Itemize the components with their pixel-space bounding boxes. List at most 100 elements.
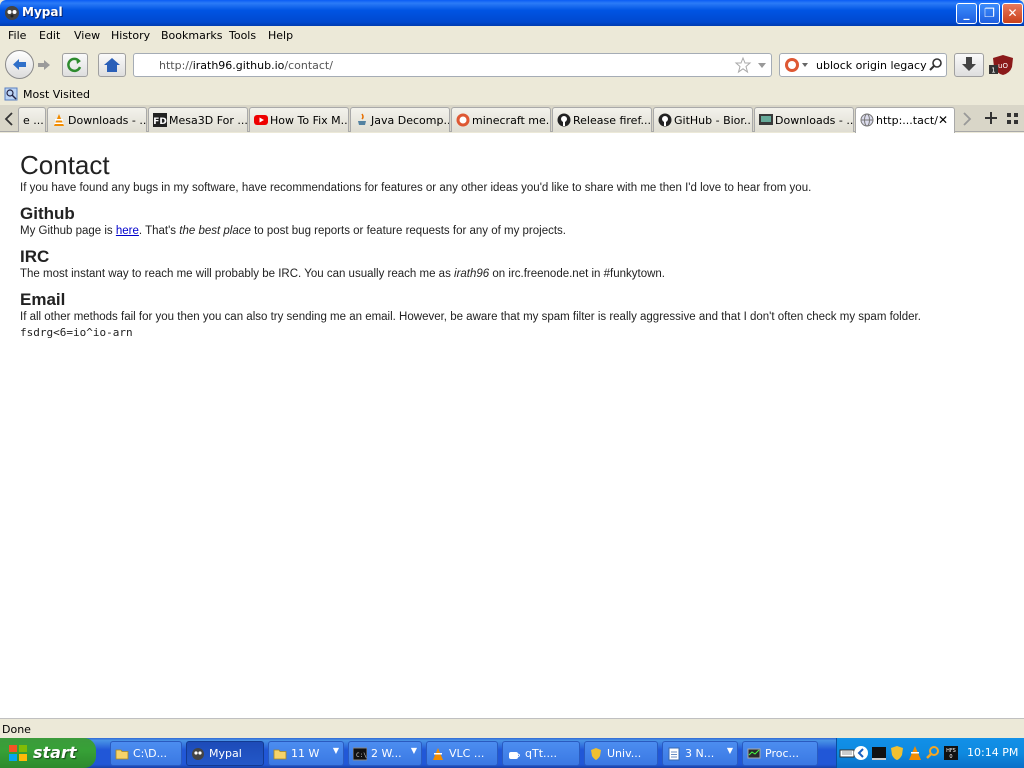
globe-icon bbox=[860, 113, 874, 127]
github-heading: Github bbox=[20, 204, 75, 223]
page-title: Contact bbox=[20, 150, 110, 180]
page-content: Contact If you have found any bugs in my… bbox=[0, 133, 1024, 718]
duckduckgo-icon bbox=[456, 113, 470, 127]
system-tray: HFS 0 10:14 PM bbox=[836, 738, 1024, 768]
tab-2[interactable]: FD Mesa3D For ... bbox=[148, 107, 248, 132]
tab-7[interactable]: GitHub - Bior... bbox=[653, 107, 753, 132]
search-icon[interactable] bbox=[925, 745, 941, 761]
task-cmd-group[interactable]: C:\ 2 W... ▼ bbox=[348, 741, 422, 766]
tab-scroll-left-icon[interactable] bbox=[2, 111, 16, 127]
clock[interactable]: 10:14 PM bbox=[967, 746, 1018, 759]
start-button[interactable]: start bbox=[0, 738, 96, 768]
tab-1[interactable]: Downloads - ... bbox=[47, 107, 147, 132]
close-tab-icon[interactable]: ✕ bbox=[938, 113, 948, 127]
status-bar: Done bbox=[0, 718, 1024, 738]
sourceforge-icon bbox=[759, 114, 773, 125]
tab-scroll-right-icon[interactable] bbox=[960, 111, 974, 127]
tab-6[interactable]: Release firef... bbox=[552, 107, 652, 132]
search-bar[interactable]: ublock origin legacy bbox=[779, 53, 947, 77]
qt-icon bbox=[509, 752, 520, 759]
hfs-server-icon[interactable]: HFS0 bbox=[943, 745, 959, 761]
all-tabs-grid-icon[interactable] bbox=[1006, 112, 1020, 126]
bookmark-most-visited[interactable]: Most Visited bbox=[23, 88, 90, 101]
monitor-icon bbox=[747, 748, 761, 759]
tab-4[interactable]: Java Decomp... bbox=[350, 107, 450, 132]
download-arrow-icon bbox=[962, 57, 976, 71]
menu-file[interactable]: File bbox=[8, 29, 26, 42]
chevron-down-icon: ▼ bbox=[410, 746, 417, 755]
svg-text:C:\: C:\ bbox=[356, 752, 367, 759]
url-text[interactable]: http://irath96.github.io/contact/ bbox=[159, 59, 333, 72]
notepad-icon bbox=[668, 747, 680, 761]
irc-paragraph: The most instant way to reach me will pr… bbox=[20, 268, 666, 280]
search-input[interactable]: ublock origin legacy bbox=[816, 59, 927, 72]
svg-text:uO: uO bbox=[998, 62, 1008, 70]
java-icon bbox=[358, 113, 366, 125]
tab-5[interactable]: minecraft me... bbox=[451, 107, 551, 132]
new-tab-plus-icon[interactable] bbox=[983, 110, 999, 126]
tab-3[interactable]: How To Fix M... bbox=[249, 107, 349, 132]
back-arrow-icon bbox=[13, 59, 26, 70]
downloads-button[interactable] bbox=[954, 53, 984, 77]
title-bar: Mypal _ ❐ ✕ bbox=[0, 0, 1024, 26]
most-visited-icon bbox=[4, 87, 18, 101]
duckduckgo-engine-icon[interactable] bbox=[784, 57, 810, 73]
terminal-icon[interactable] bbox=[871, 745, 887, 761]
vlc-icon[interactable] bbox=[907, 745, 923, 761]
tab-strip: e ... Downloads - ... FD Mesa3D For ... … bbox=[0, 105, 1024, 133]
back-button[interactable] bbox=[5, 50, 34, 79]
vlc-icon bbox=[433, 748, 443, 760]
tab-label: Java Decomp... bbox=[371, 114, 450, 127]
reload-button[interactable] bbox=[62, 53, 88, 77]
task-mypal[interactable]: Mypal bbox=[186, 741, 264, 766]
task-folders-group[interactable]: 11 W ▼ bbox=[268, 741, 344, 766]
github-here-link[interactable]: here bbox=[116, 225, 139, 237]
tab-8[interactable]: Downloads - ... bbox=[754, 107, 854, 132]
github-icon bbox=[658, 113, 672, 127]
email-paragraph: If all other methods fail for you then y… bbox=[20, 311, 921, 323]
task-explorer[interactable]: C:\D... bbox=[110, 741, 182, 766]
menu-help[interactable]: Help bbox=[268, 29, 293, 42]
svg-text:1: 1 bbox=[991, 67, 995, 75]
tab-label: Release firef... bbox=[573, 114, 652, 127]
status-text: Done bbox=[2, 723, 31, 736]
menu-bookmarks[interactable]: Bookmarks bbox=[161, 29, 222, 42]
bookmark-star-icon[interactable] bbox=[734, 56, 752, 74]
task-universal[interactable]: Univ... bbox=[584, 741, 658, 766]
menu-tools[interactable]: Tools bbox=[229, 29, 256, 42]
close-window-button[interactable]: ✕ bbox=[1002, 3, 1023, 24]
svg-text:0: 0 bbox=[949, 754, 952, 760]
tab-label: Downloads - ... bbox=[775, 114, 854, 127]
task-qt[interactable]: qTt.... bbox=[502, 741, 580, 766]
tab-active-contact[interactable]: http:...tact/ ✕ bbox=[855, 107, 955, 133]
task-process-monitor[interactable]: Proc... bbox=[742, 741, 818, 766]
tab-label: minecraft me... bbox=[472, 114, 551, 127]
cmd-icon: C:\ bbox=[353, 747, 367, 761]
chevron-down-icon: ▼ bbox=[332, 746, 339, 755]
task-vlc[interactable]: VLC ... bbox=[426, 741, 498, 766]
url-dropdown-icon[interactable] bbox=[756, 59, 768, 71]
maximize-button[interactable]: ❐ bbox=[979, 3, 1000, 24]
task-notepad-group[interactable]: 3 N... ▼ bbox=[662, 741, 738, 766]
youtube-icon bbox=[254, 115, 268, 125]
menu-view[interactable]: View bbox=[74, 29, 100, 42]
ublock-origin-icon[interactable]: uO 1 bbox=[988, 53, 1018, 77]
menu-edit[interactable]: Edit bbox=[39, 29, 60, 42]
tray-expand-icon[interactable] bbox=[853, 745, 869, 761]
tab-label: e ... bbox=[23, 114, 44, 127]
home-button[interactable] bbox=[98, 53, 126, 77]
tab-label: Downloads - ... bbox=[68, 114, 147, 127]
minimize-button[interactable]: _ bbox=[956, 3, 977, 24]
mypal-icon bbox=[192, 748, 204, 760]
url-bar[interactable]: http://irath96.github.io/contact/ bbox=[133, 53, 772, 77]
start-label: start bbox=[33, 743, 77, 762]
shield-icon bbox=[591, 748, 601, 760]
search-icon[interactable] bbox=[928, 57, 944, 73]
tab-0[interactable]: e ... bbox=[18, 107, 46, 132]
navigation-toolbar: http://irath96.github.io/contact/ ublock… bbox=[0, 46, 1024, 84]
shield-icon[interactable] bbox=[889, 745, 905, 761]
home-icon bbox=[104, 58, 120, 72]
bookmarks-toolbar: Most Visited bbox=[0, 84, 1024, 105]
forward-button[interactable] bbox=[34, 55, 56, 75]
menu-history[interactable]: History bbox=[111, 29, 150, 42]
